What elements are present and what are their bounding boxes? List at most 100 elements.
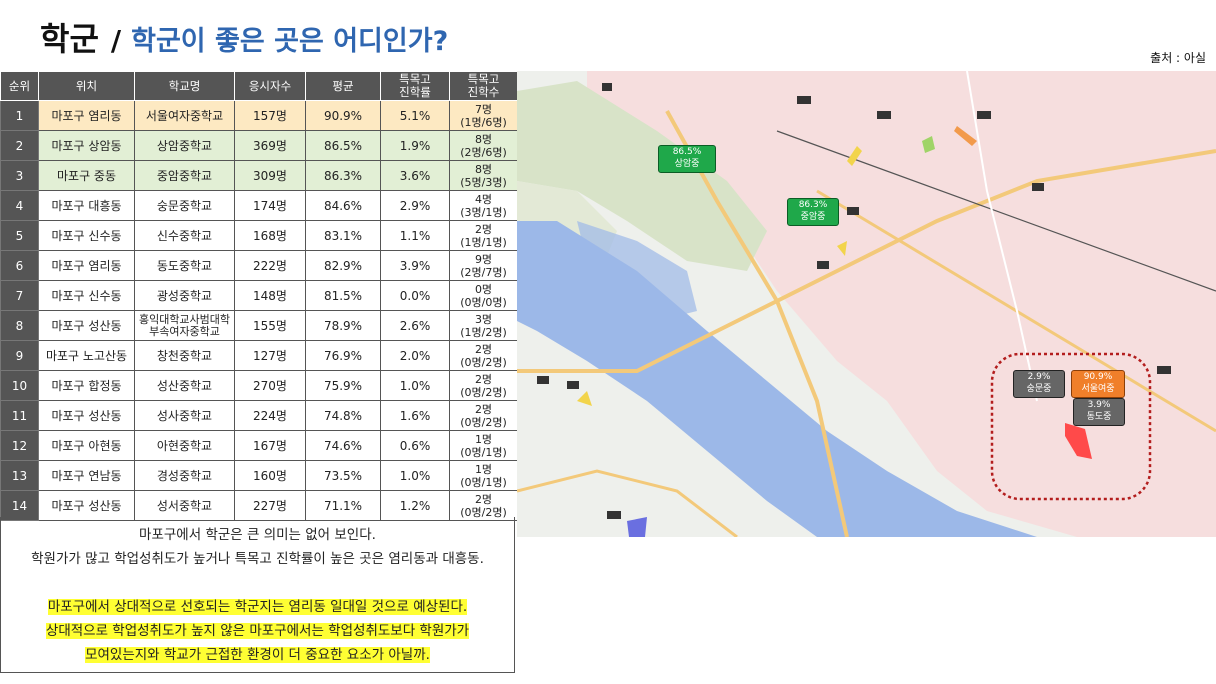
rank-cell: 3	[0, 160, 39, 191]
header-average: 평균	[305, 71, 381, 101]
table-row: 13 마포구 연남동 경성중학교 160명 73.5% 1.0% 1명 (0명/1명)	[0, 460, 518, 491]
label-seoulyeo-pct: 90.9%	[1083, 372, 1113, 382]
header-school: 학교명	[134, 71, 235, 101]
label-jungam[interactable]: 86.3% 중암중	[787, 198, 839, 226]
school-cell: 동도중학교	[134, 250, 235, 281]
rate-cell: 1.9%	[380, 130, 450, 161]
school-cell: 광성중학교	[134, 280, 235, 311]
table-row: 3 마포구 중동 중암중학교 309명 86.3% 3.6% 8명 (5명/3명)	[0, 160, 518, 191]
label-dongdo[interactable]: 3.9% 동도중	[1073, 398, 1125, 426]
average-cell: 75.9%	[305, 370, 381, 401]
rate-cell: 2.9%	[380, 190, 450, 221]
label-dongdo-pct: 3.9%	[1087, 400, 1111, 410]
school-cell: 성서중학교	[134, 490, 235, 521]
header-count: 특목고 진학수	[449, 71, 518, 101]
location-cell: 마포구 성산동	[38, 310, 135, 341]
table-row: 10 마포구 합정동 성산중학교 270명 75.9% 1.0% 2명 (0명/2명)	[0, 370, 518, 401]
count-cell: 2명 (0명/2명)	[449, 340, 518, 371]
takers-cell: 127명	[234, 340, 306, 371]
rate-cell: 2.6%	[380, 310, 450, 341]
location-cell: 마포구 신수동	[38, 220, 135, 251]
rate-cell: 5.1%	[380, 100, 450, 131]
header-location: 위치	[38, 71, 135, 101]
school-cell: 중암중학교	[134, 160, 235, 191]
header-rate: 특목고 진학률	[380, 71, 450, 101]
table-header-row: 순위 위치 학교명 응시자수 평균 특목고 진학률 특목고 진학수	[0, 71, 518, 101]
rank-cell: 4	[0, 190, 39, 221]
rank-cell: 8	[0, 310, 39, 341]
location-cell: 마포구 성산동	[38, 400, 135, 431]
table-row: 8 마포구 성산동 홍익대학교사범대학 부속여자중학교 155명 78.9% 2.6% 3명…	[0, 310, 518, 341]
table-row: 9 마포구 노고산동 창천중학교 127명 76.9% 2.0% 2명 (0명/2명)	[0, 340, 518, 371]
takers-cell: 222명	[234, 250, 306, 281]
average-cell: 90.9%	[305, 100, 381, 131]
rank-cell: 10	[0, 370, 39, 401]
location-cell: 마포구 합정동	[38, 370, 135, 401]
average-cell: 74.8%	[305, 400, 381, 431]
label-dongdo-name: 동도중	[1086, 412, 1112, 422]
location-cell: 마포구 노고산동	[38, 340, 135, 371]
page-title: 학군 / 학군이 좋은 곳은 어디인가?	[40, 14, 448, 58]
count-cell: 2명 (0명/2명)	[449, 490, 518, 521]
average-cell: 73.5%	[305, 460, 381, 491]
count-cell: 2명 (0명/2명)	[449, 400, 518, 431]
rank-cell: 1	[0, 100, 39, 131]
takers-cell: 227명	[234, 490, 306, 521]
label-sangam-pct: 86.5%	[672, 147, 702, 157]
count-cell: 8명 (2명/6명)	[449, 130, 518, 161]
title-subtitle: 학군이 좋은 곳은 어디인가?	[131, 26, 449, 57]
school-ranking-table: 순위 위치 학교명 응시자수 평균 특목고 진학률 특목고 진학수 1 마포구 염…	[0, 71, 518, 521]
average-cell: 86.5%	[305, 130, 381, 161]
school-cell: 숭문중학교	[134, 190, 235, 221]
count-cell: 0명 (0명/0명)	[449, 280, 518, 311]
rank-cell: 7	[0, 280, 39, 311]
average-cell: 83.1%	[305, 220, 381, 251]
label-sangam[interactable]: 86.5% 상암중	[658, 145, 716, 173]
label-sungmun[interactable]: 2.9% 숭문중	[1013, 370, 1065, 398]
school-cell: 상암중학교	[134, 130, 235, 161]
location-cell: 마포구 대흥동	[38, 190, 135, 221]
highlight-line-3: 모여있는지와 학교가 근접한 환경이 더 중요한 요소가 아닐까.	[85, 647, 430, 663]
rate-cell: 1.6%	[380, 400, 450, 431]
takers-cell: 174명	[234, 190, 306, 221]
school-cell: 홍익대학교사범대학 부속여자중학교	[134, 310, 235, 341]
location-cell: 마포구 성산동	[38, 490, 135, 521]
takers-cell: 160명	[234, 460, 306, 491]
table-row: 1 마포구 염리동 서울여자중학교 157명 90.9% 5.1% 7명 (1명/6명)	[0, 100, 518, 131]
takers-cell: 148명	[234, 280, 306, 311]
rate-cell: 2.0%	[380, 340, 450, 371]
average-cell: 78.9%	[305, 310, 381, 341]
takers-cell: 224명	[234, 400, 306, 431]
label-seoulyeo[interactable]: 90.9% 서울여중	[1071, 370, 1125, 398]
rank-cell: 2	[0, 130, 39, 161]
takers-cell: 369명	[234, 130, 306, 161]
rate-cell: 1.2%	[380, 490, 450, 521]
rank-cell: 9	[0, 340, 39, 371]
table-row: 11 마포구 성산동 성사중학교 224명 74.8% 1.6% 2명 (0명/2명)	[0, 400, 518, 431]
school-cell: 서울여자중학교	[134, 100, 235, 131]
average-cell: 76.9%	[305, 340, 381, 371]
rate-cell: 1.0%	[380, 370, 450, 401]
label-seoulyeo-name: 서울여중	[1081, 384, 1115, 394]
label-sungmun-pct: 2.9%	[1027, 372, 1051, 382]
count-cell: 3명 (1명/2명)	[449, 310, 518, 341]
takers-cell: 167명	[234, 430, 306, 461]
highlight-line-2: 상대적으로 학업성취도가 높지 않은 마포구에서는 학업성취도보다 학원가가	[45, 623, 470, 639]
header-takers: 응시자수	[234, 71, 306, 101]
mapo-school-map[interactable]: 86.5% 상암중 86.3% 중암중 2.9% 숭문중 90.9% 서울여중 …	[517, 71, 1216, 537]
rate-cell: 1.1%	[380, 220, 450, 251]
school-cell: 신수중학교	[134, 220, 235, 251]
takers-cell: 309명	[234, 160, 306, 191]
label-sangam-name: 상암중	[674, 159, 700, 169]
school-cell: 성산중학교	[134, 370, 235, 401]
count-cell: 7명 (1명/6명)	[449, 100, 518, 131]
average-cell: 81.5%	[305, 280, 381, 311]
title-separator: /	[110, 24, 122, 57]
average-cell: 84.6%	[305, 190, 381, 221]
table-row: 14 마포구 성산동 성서중학교 227명 71.1% 1.2% 2명 (0명/2명)	[0, 490, 518, 521]
location-cell: 마포구 염리동	[38, 100, 135, 131]
table-row: 2 마포구 상암동 상암중학교 369명 86.5% 1.9% 8명 (2명/6명)	[0, 130, 518, 161]
rank-cell: 5	[0, 220, 39, 251]
takers-cell: 155명	[234, 310, 306, 341]
table-row: 4 마포구 대흥동 숭문중학교 174명 84.6% 2.9% 4명 (3명/1명)	[0, 190, 518, 221]
